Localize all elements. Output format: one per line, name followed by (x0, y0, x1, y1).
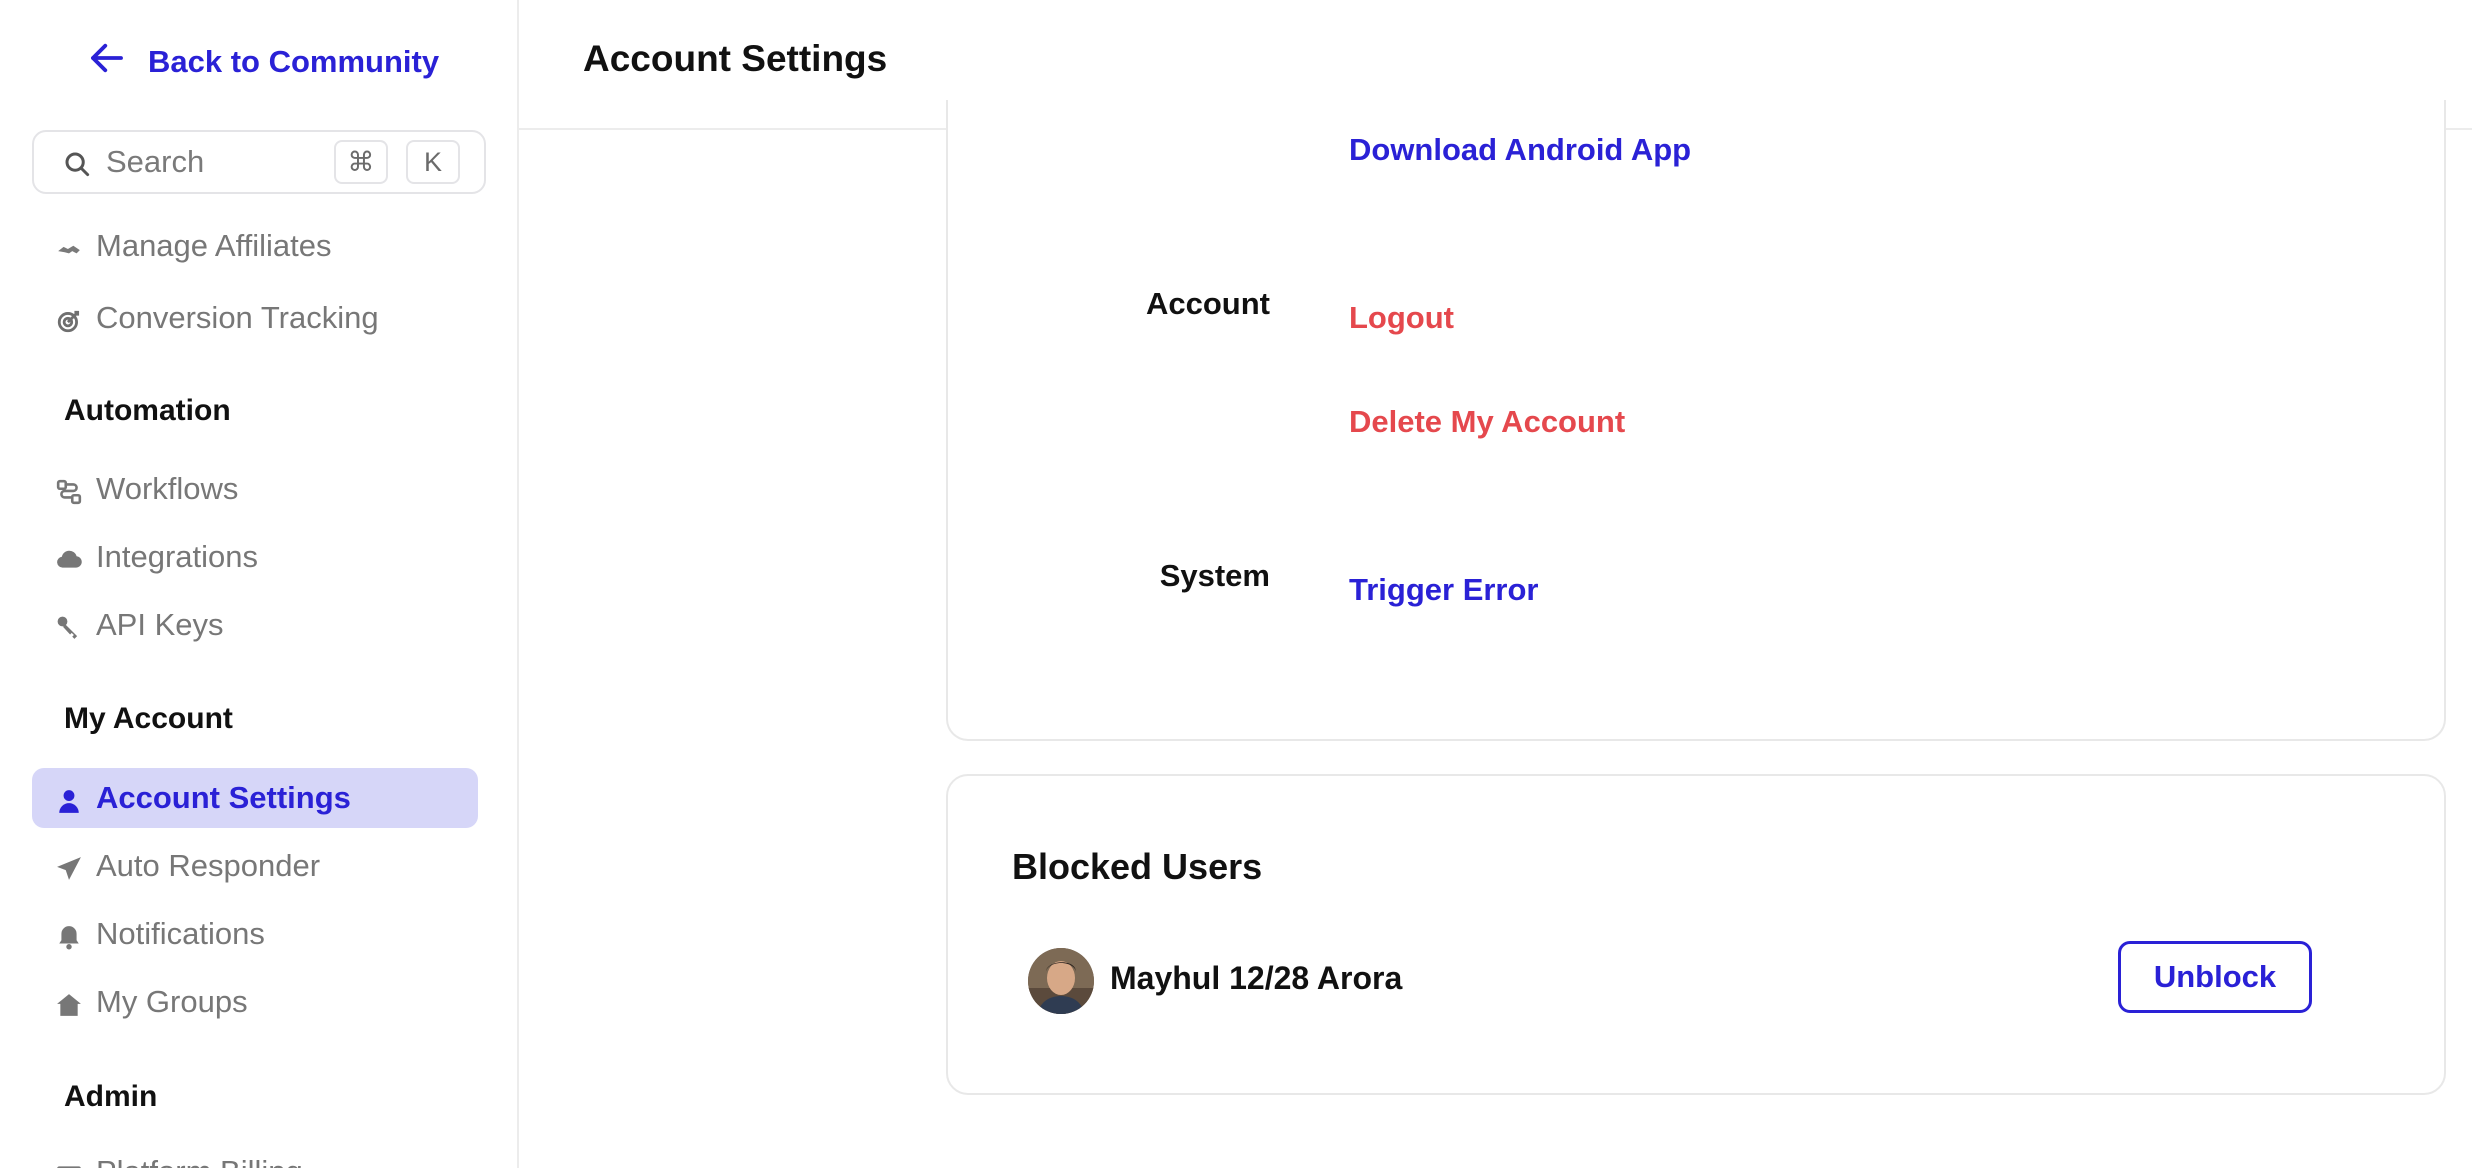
target-icon (56, 306, 82, 333)
sidebar-item-manage-affiliates[interactable]: Manage Affiliates (32, 222, 478, 276)
blocked-user-row: Mayhul 12/28 Arora Unblock (1028, 941, 2378, 1016)
card-icon (56, 1160, 82, 1168)
sidebar-item-api-keys[interactable]: API Keys (32, 595, 478, 655)
bell-icon (56, 922, 82, 950)
sidebar: Back to Community Search ⌘ K Manage Affi… (0, 0, 519, 1168)
search-input[interactable]: Search ⌘ K (32, 130, 486, 194)
sidebar-nav[interactable]: Manage Affiliates Conversion Tracking Au… (0, 222, 517, 1168)
trigger-error-link[interactable]: Trigger Error (1349, 572, 1539, 608)
key-icon (56, 613, 82, 639)
section-title-admin: Admin (64, 1080, 158, 1113)
settings-card: Download Android App Account Logout Dele… (946, 100, 2446, 741)
sidebar-item-platform-billing[interactable]: Platform Billing (32, 1142, 478, 1168)
command-key-badge: ⌘ (334, 140, 388, 184)
sidebar-item-label: Manage Affiliates (96, 228, 332, 263)
back-link-label: Back to Community (148, 44, 440, 79)
sidebar-item-label: Workflows (96, 471, 239, 506)
download-android-app-link[interactable]: Download Android App (1349, 132, 1691, 168)
blocked-users-card: Blocked Users Mayhul 12/28 Arora Unblock (946, 774, 2446, 1095)
sidebar-item-label: My Groups (96, 984, 248, 1019)
user-icon (56, 786, 82, 813)
sidebar-item-label: Integrations (96, 539, 258, 574)
sidebar-item-account-settings[interactable]: Account Settings (32, 768, 478, 828)
cloud-icon (56, 545, 82, 571)
paper-plane-icon (56, 854, 82, 880)
section-title-my-account: My Account (64, 702, 233, 735)
k-key-badge: K (406, 140, 460, 184)
sidebar-item-my-groups[interactable]: My Groups (32, 972, 478, 1032)
arrow-left-icon (86, 37, 128, 87)
search-icon (62, 149, 92, 179)
sidebar-item-conversion-tracking[interactable]: Conversion Tracking (32, 288, 478, 348)
sidebar-item-workflows[interactable]: Workflows (32, 459, 478, 519)
sidebar-item-auto-responder[interactable]: Auto Responder (32, 836, 478, 896)
avatar (1028, 948, 1094, 1014)
blocked-user-name: Mayhul 12/28 Arora (1110, 960, 1403, 996)
sidebar-item-label: Conversion Tracking (96, 300, 379, 335)
section-title-automation: Automation (64, 394, 231, 427)
sidebar-item-label: Platform Billing (96, 1142, 303, 1168)
handshake-icon (56, 234, 82, 260)
back-to-community-link[interactable]: Back to Community (86, 38, 439, 86)
sidebar-item-notifications[interactable]: Notifications (32, 904, 478, 964)
delete-account-link[interactable]: Delete My Account (1349, 404, 1625, 440)
sidebar-item-label: Account Settings (96, 780, 351, 815)
search-placeholder: Search (106, 144, 205, 179)
app-root: Back to Community Search ⌘ K Manage Affi… (0, 0, 2472, 1168)
sidebar-item-label: Auto Responder (96, 848, 321, 883)
unblock-button[interactable]: Unblock (2118, 941, 2312, 1013)
logout-link[interactable]: Logout (1349, 300, 1454, 336)
system-row-label: System (1159, 558, 1270, 593)
workflow-icon (56, 477, 82, 505)
blocked-users-title: Blocked Users (1012, 846, 1263, 887)
account-row-label: Account (1146, 286, 1270, 321)
page-title: Account Settings (583, 38, 888, 79)
sidebar-item-label: Notifications (96, 916, 265, 951)
sidebar-item-label: API Keys (96, 607, 224, 642)
sidebar-item-integrations[interactable]: Integrations (32, 527, 478, 587)
house-icon (56, 990, 82, 1016)
